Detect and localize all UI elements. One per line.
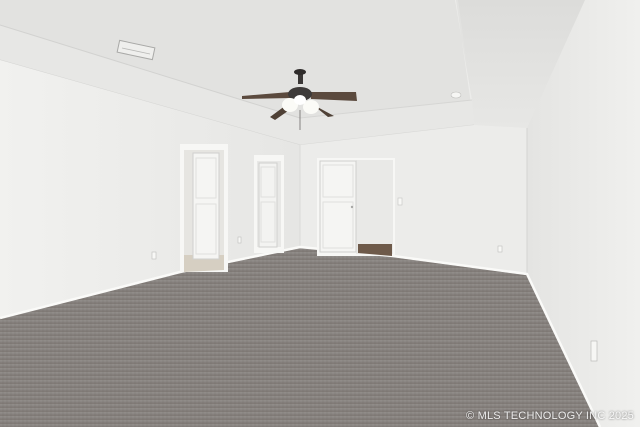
door-open-left — [192, 152, 220, 260]
room-illustration — [0, 0, 640, 427]
door-closet — [258, 162, 278, 248]
outlet — [237, 236, 242, 244]
outlet — [590, 340, 598, 362]
door-back — [319, 160, 357, 253]
outlet — [497, 245, 503, 253]
copyright-watermark: © MLS TECHNOLOGY INC 2025 — [466, 410, 634, 422]
outlet — [151, 251, 157, 260]
room-photo: © MLS TECHNOLOGY INC 2025 — [0, 0, 640, 427]
light-switch — [397, 197, 403, 206]
smoke-detector — [450, 91, 462, 99]
